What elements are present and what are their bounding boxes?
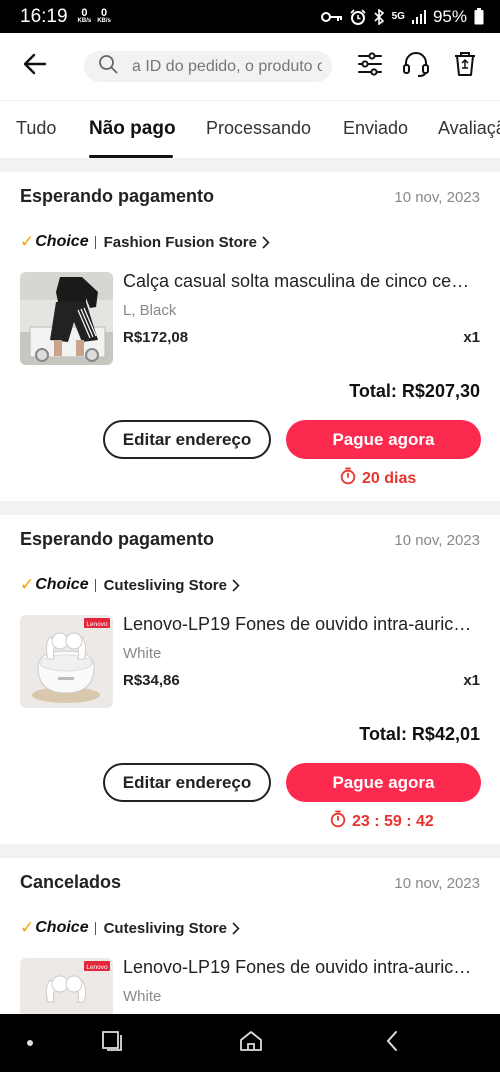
order-date: 10 nov, 2023 [394,875,480,892]
choice-badge: ✓ Choice [20,232,89,252]
product-quantity: x1 [463,329,480,346]
tab-reviews[interactable]: Avaliação [438,118,500,139]
product-quantity: x1 [463,672,480,689]
trash-button[interactable] [449,50,481,82]
order-date: 10 nov, 2023 [394,532,480,549]
home-button[interactable] [238,1030,264,1056]
store-name: Fashion Fusion Store [103,233,257,251]
search-box[interactable] [84,51,332,82]
back-nav-button[interactable] [379,1030,405,1056]
product-price: R$34,86 [123,672,180,689]
order-card: Esperando pagamento 10 nov, 2023 ✓ Choice… [0,515,500,844]
check-icon: ✓ [20,232,35,251]
back-arrow-icon [23,53,47,80]
store-name: Cutesliving Store [103,919,227,937]
key-icon [320,11,343,23]
stopwatch-icon [330,810,352,833]
network-type: 5G [391,10,405,22]
tab-processing[interactable]: Processando [206,118,311,139]
tab-unpaid[interactable]: Não pago [89,118,176,140]
product-price: R$172,08 [123,329,189,346]
order-status: Esperando pagamento [20,529,215,549]
divider [94,235,96,249]
order-tabs: Tudo Não pago Processando Enviado Avalia… [0,100,500,158]
store-link[interactable]: ✓ Choice Cutesliving Store [20,575,240,595]
net-speed-value: 0 [100,6,108,19]
system-nav-bar [0,1014,500,1072]
status-bar: 16:19 0 KB/s 0 KB/s 5G 95% [0,0,500,33]
countdown-text: 23 : 59 : 42 [352,812,434,830]
choice-badge: ✓ Choice [20,918,89,938]
choice-label: Choice [35,919,89,936]
order-card: Esperando pagamento 10 nov, 2023 ✓ Choice… [0,172,500,501]
headset-icon [402,51,430,82]
recent-apps-button[interactable] [99,1030,125,1056]
battery-icon [474,8,484,25]
store-link[interactable]: ✓ Choice Fashion Fusion Store [20,232,270,252]
pay-now-button[interactable]: Pague agora [286,763,481,802]
alarm-icon [350,8,366,25]
chevron-right-icon [262,235,270,249]
recent-apps-icon [101,1030,123,1057]
edit-address-button[interactable]: Editar endereço [103,420,271,459]
filter-button[interactable] [354,50,386,82]
order-date: 10 nov, 2023 [394,189,480,206]
product-variant: White [123,645,162,662]
bluetooth-icon [373,8,385,25]
signal-icon [411,9,426,24]
order-status: Esperando pagamento [20,186,215,206]
order-total: Total: R$42,01 [359,724,480,744]
choice-label: Choice [35,233,89,250]
product-thumbnail[interactable] [20,272,113,365]
payment-countdown: 23 : 59 : 42 [330,810,434,833]
store-name: Cutesliving Store [103,576,227,594]
status-time: 16:19 [20,5,68,27]
countdown-text: 20 dias [362,469,417,487]
chevron-left-icon [385,1030,399,1057]
header [0,33,500,100]
pay-now-button[interactable]: Pague agora [286,420,481,459]
order-total: Total: R$207,30 [349,381,480,401]
chevron-right-icon [232,921,240,935]
chevron-right-icon [232,578,240,592]
search-input[interactable] [132,57,322,76]
filter-icon [357,51,383,81]
product-variant: White [123,988,162,1005]
product-title[interactable]: Lenovo-LP19 Fones de ouvido intra-auricu… [123,614,478,635]
choice-label: Choice [35,576,89,593]
battery-level: 95% [432,6,467,26]
brand-label: Lenovo [86,964,108,971]
check-icon: ✓ [20,918,35,937]
search-icon [98,54,118,79]
active-tab-indicator [89,155,173,158]
net-speed-unit: KB/s [97,17,111,24]
product-title[interactable]: Calça casual solta masculina de cinco ce… [123,271,478,292]
check-icon: ✓ [20,575,35,594]
order-card: Cancelados 10 nov, 2023 ✓ Choice Cutesliv… [0,858,500,1014]
product-thumbnail[interactable]: Lenovo [20,615,113,708]
tab-shipped[interactable]: Enviado [343,118,408,139]
product-variant: L, Black [123,302,177,319]
divider [94,578,96,592]
support-button[interactable] [400,50,432,82]
choice-badge: ✓ Choice [20,575,89,595]
net-speed-value: 0 [81,6,88,19]
nav-dot-icon [17,1030,43,1056]
product-thumbnail[interactable]: Lenovo [20,958,113,1014]
order-status: Cancelados [20,872,122,892]
tab-all[interactable]: Tudo [16,118,56,139]
stopwatch-icon [340,467,362,490]
payment-countdown: 20 dias [340,467,416,490]
brand-label: Lenovo [86,621,108,628]
edit-address-button[interactable]: Editar endereço [103,763,271,802]
net-speed-unit: KB/s [77,17,92,24]
net-speed: 0 KB/s 0 KB/s [77,6,111,25]
store-link[interactable]: ✓ Choice Cutesliving Store [20,918,240,938]
divider [94,921,96,935]
product-title[interactable]: Lenovo-LP19 Fones de ouvido intra-auricu… [123,957,478,978]
trash-icon [453,51,477,82]
back-button[interactable] [20,52,50,82]
home-icon [239,1030,263,1057]
